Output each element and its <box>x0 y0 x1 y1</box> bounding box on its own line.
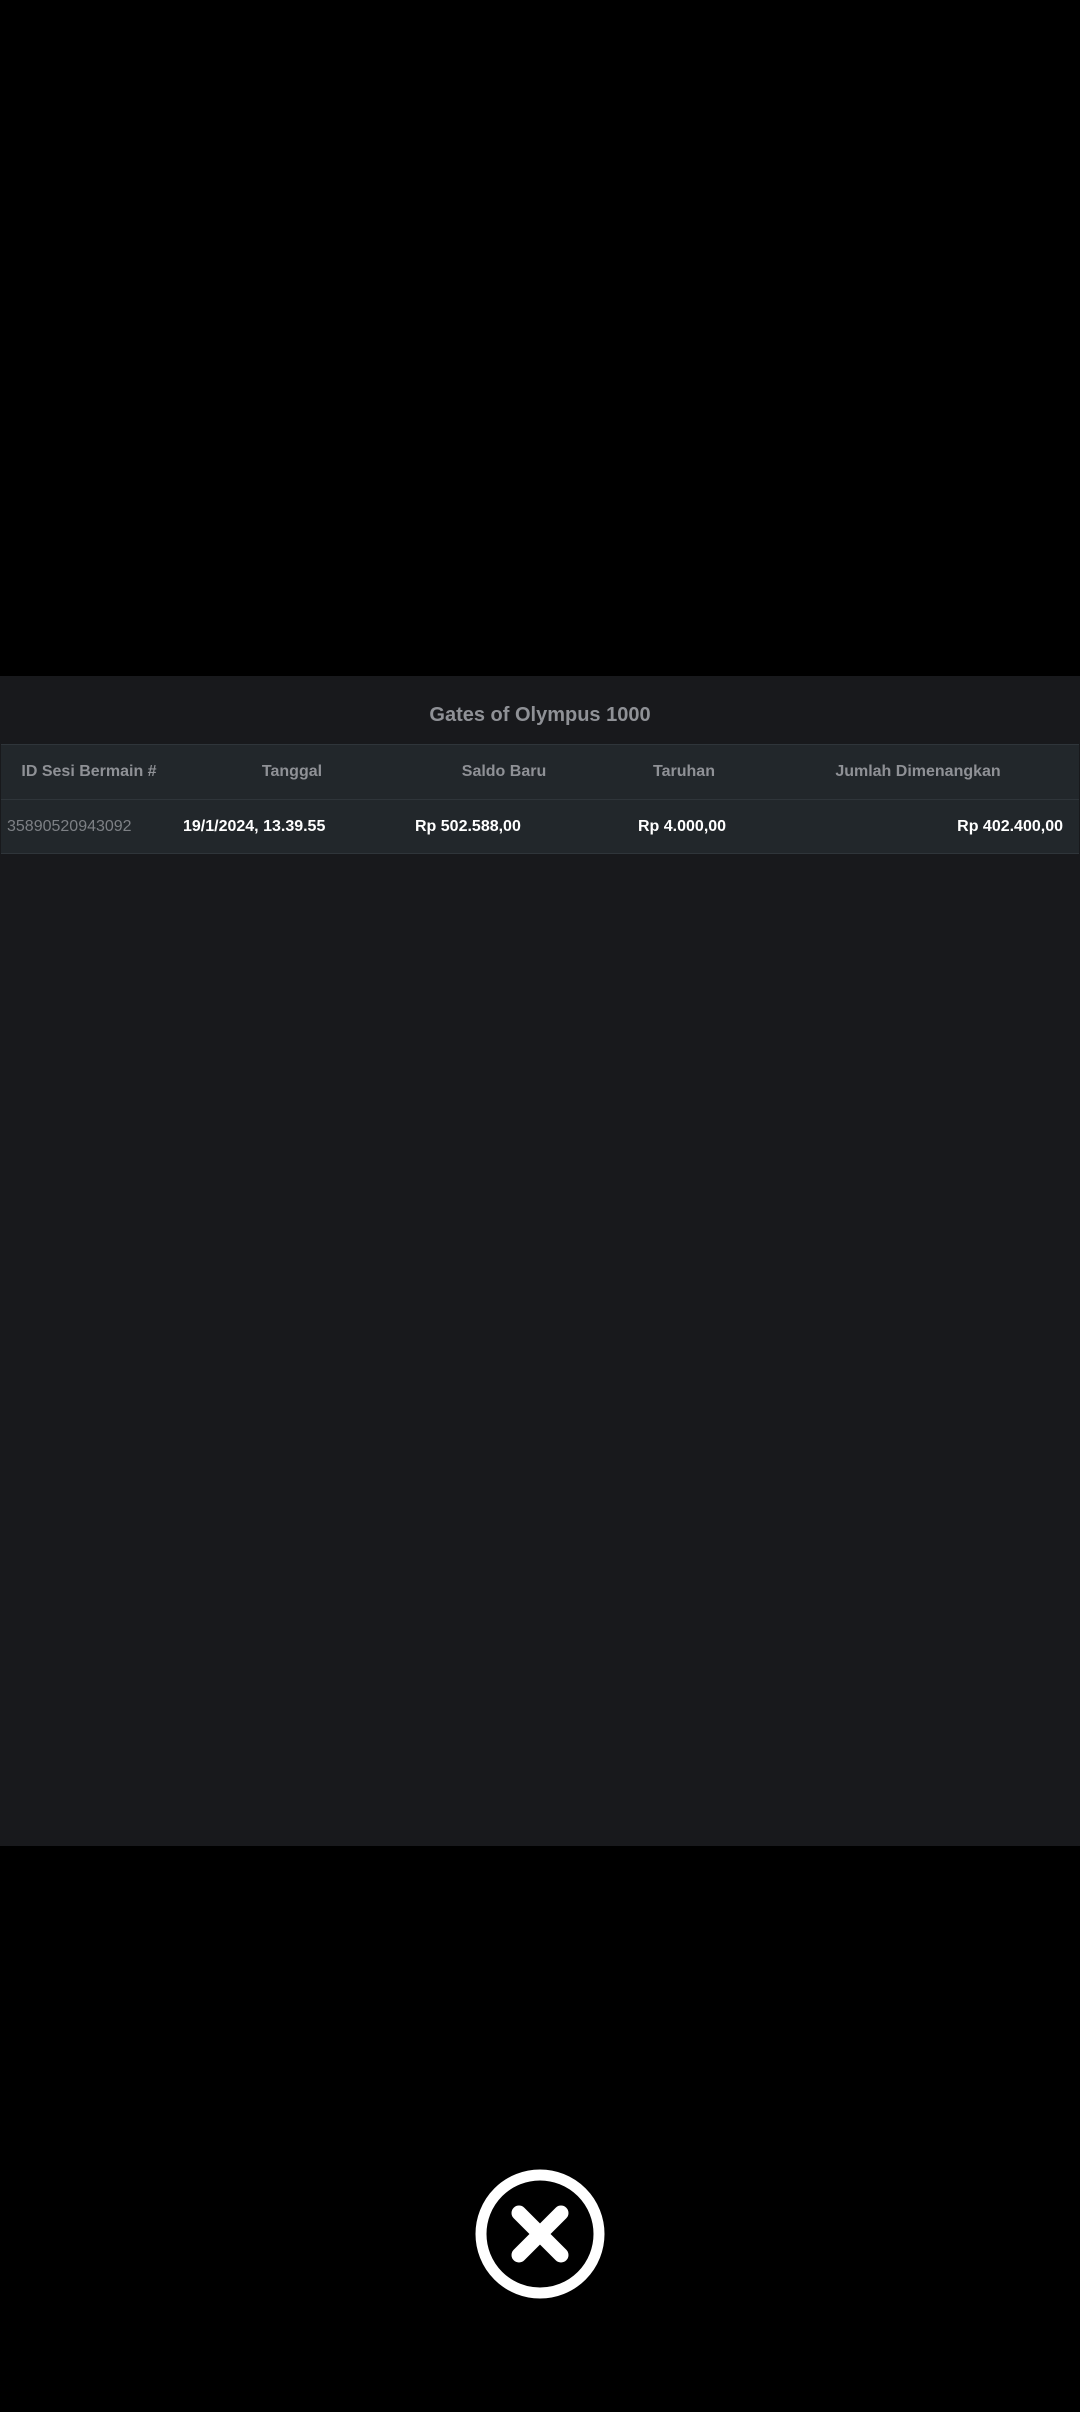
table-header-row: ID Sesi Bermain # Tanggal Saldo Baru Tar… <box>1 744 1079 799</box>
session-id-cell: 35890520943092 <box>7 818 132 835</box>
screen: Gates of Olympus 1000 ID Sesi Bermain # … <box>0 0 1080 2412</box>
win-amount-cell: Rp 402.400,00 <box>957 818 1063 835</box>
column-header-bet: Taruhan <box>653 763 715 780</box>
table-row[interactable]: 35890520943092 19/1/2024, 13.39.55 Rp 50… <box>1 799 1079 854</box>
column-header-session-id: ID Sesi Bermain # <box>21 763 157 780</box>
game-title: Gates of Olympus 1000 <box>429 704 651 726</box>
date-cell: 19/1/2024, 13.39.55 <box>183 818 326 835</box>
column-header-date: Tanggal <box>261 763 323 780</box>
close-button[interactable] <box>475 2169 605 2299</box>
close-circle-icon <box>475 2169 605 2299</box>
history-table: ID Sesi Bermain # Tanggal Saldo Baru Tar… <box>1 744 1079 854</box>
column-header-new-balance: Saldo Baru <box>461 763 547 780</box>
new-balance-cell: Rp 502.588,00 <box>415 818 521 835</box>
history-panel: Gates of Olympus 1000 ID Sesi Bermain # … <box>0 676 1080 1846</box>
column-header-win-amount: Jumlah Dimenangkan <box>835 763 1001 780</box>
